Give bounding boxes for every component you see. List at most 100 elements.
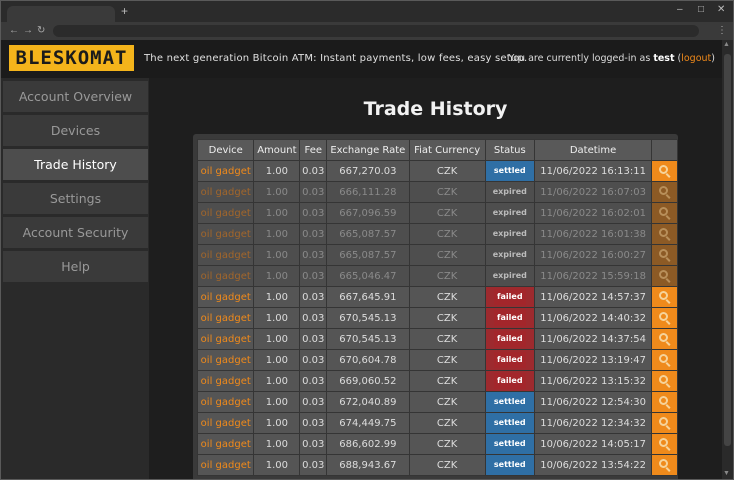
search-icon bbox=[658, 312, 671, 325]
view-details-button[interactable] bbox=[651, 412, 678, 434]
browser-window: + – □ ✕ ← → ↻ ⋮ BLESKOMAT The next gener… bbox=[0, 0, 734, 480]
sidebar-item-settings[interactable]: Settings bbox=[3, 183, 148, 214]
device-cell[interactable]: oil gadget bbox=[196, 265, 255, 287]
device-cell[interactable]: oil gadget bbox=[196, 223, 255, 245]
view-details-button[interactable] bbox=[651, 391, 678, 413]
datetime-cell: 11/06/2022 16:01:38 bbox=[533, 223, 653, 245]
status-badge: settled bbox=[490, 163, 529, 179]
scroll-down-icon[interactable]: ▼ bbox=[723, 470, 730, 477]
device-cell[interactable]: oil gadget bbox=[196, 391, 255, 413]
minimize-icon[interactable]: – bbox=[677, 4, 683, 16]
fee-cell: 0.03 bbox=[299, 202, 328, 224]
sidebar-item-account-overview[interactable]: Account Overview bbox=[3, 81, 148, 112]
table-row: oil gadget 1.00 0.03 670,545.13 CZK failed 11/… bbox=[196, 328, 678, 350]
maximize-icon[interactable]: □ bbox=[698, 4, 704, 16]
view-details-button[interactable] bbox=[651, 370, 678, 392]
amount-cell: 1.00 bbox=[253, 370, 301, 392]
sidebar-item-help[interactable]: Help bbox=[3, 251, 148, 282]
exchange-rate-cell: 674,449.75 bbox=[326, 412, 410, 434]
table-row: oil gadget 1.00 0.03 670,604.78 CZK failed 11/… bbox=[196, 349, 678, 371]
amount-cell: 1.00 bbox=[253, 202, 301, 224]
bleskomat-logo[interactable]: BLESKOMAT bbox=[9, 45, 134, 71]
back-icon[interactable]: ← bbox=[9, 24, 19, 38]
trade-rows: oil gadget 1.00 0.03 667,270.03 CZK settled 11… bbox=[196, 160, 678, 476]
exchange-rate-cell: 670,545.13 bbox=[326, 307, 410, 329]
device-cell[interactable]: oil gadget bbox=[196, 160, 255, 182]
datetime-cell: 11/06/2022 16:07:03 bbox=[533, 181, 653, 203]
sidebar-item-devices[interactable]: Devices bbox=[3, 115, 148, 146]
device-cell[interactable]: oil gadget bbox=[196, 412, 255, 434]
view-details-button[interactable] bbox=[651, 223, 678, 245]
fiat-currency-cell: CZK bbox=[408, 202, 486, 224]
datetime-cell: 11/06/2022 15:59:18 bbox=[533, 265, 653, 287]
new-tab-icon[interactable]: + bbox=[121, 4, 128, 18]
sidebar: Account Overview Devices Trade History S… bbox=[1, 78, 149, 479]
url-input[interactable] bbox=[53, 25, 699, 37]
amount-cell: 1.00 bbox=[253, 160, 301, 182]
column-header-exchange-rate: Exchange Rate bbox=[326, 139, 410, 161]
search-icon bbox=[658, 459, 671, 472]
amount-cell: 1.00 bbox=[253, 391, 301, 413]
datetime-cell: 11/06/2022 13:19:47 bbox=[533, 349, 653, 371]
datetime-cell: 10/06/2022 13:54:22 bbox=[533, 454, 653, 476]
browser-tab[interactable] bbox=[7, 6, 115, 22]
status-cell: expired bbox=[484, 202, 535, 224]
exchange-rate-cell: 669,060.52 bbox=[326, 370, 410, 392]
view-details-button[interactable] bbox=[651, 328, 678, 350]
fiat-currency-cell: CZK bbox=[408, 328, 486, 350]
device-cell[interactable]: oil gadget bbox=[196, 202, 255, 224]
address-bar: ← → ↻ ⋮ bbox=[1, 22, 733, 40]
search-icon bbox=[658, 333, 671, 346]
fee-cell: 0.03 bbox=[299, 244, 328, 266]
reload-icon[interactable]: ↻ bbox=[37, 24, 45, 38]
search-icon bbox=[658, 186, 671, 199]
device-cell[interactable]: oil gadget bbox=[196, 286, 255, 308]
page-title: Trade History bbox=[363, 98, 508, 120]
status-cell: expired bbox=[484, 181, 535, 203]
view-details-button[interactable] bbox=[651, 307, 678, 329]
fiat-currency-cell: CZK bbox=[408, 307, 486, 329]
forward-icon[interactable]: → bbox=[23, 24, 33, 38]
close-icon[interactable]: ✕ bbox=[717, 4, 725, 16]
trade-table-container: Device Amount Fee Exchange Rate Fiat Cur… bbox=[193, 134, 678, 479]
view-details-button[interactable] bbox=[651, 202, 678, 224]
fiat-currency-cell: CZK bbox=[408, 160, 486, 182]
status-cell: failed bbox=[484, 328, 535, 350]
device-cell[interactable]: oil gadget bbox=[196, 370, 255, 392]
device-cell[interactable]: oil gadget bbox=[196, 433, 255, 455]
device-cell[interactable]: oil gadget bbox=[196, 328, 255, 350]
amount-cell: 1.00 bbox=[253, 181, 301, 203]
device-cell[interactable]: oil gadget bbox=[196, 244, 255, 266]
view-details-button[interactable] bbox=[651, 244, 678, 266]
browser-menu-icon[interactable]: ⋮ bbox=[717, 24, 727, 38]
table-row: oil gadget 1.00 0.03 665,087.57 CZK expired 11… bbox=[196, 223, 678, 245]
amount-cell: 1.00 bbox=[253, 349, 301, 371]
view-details-button[interactable] bbox=[651, 433, 678, 455]
view-details-button[interactable] bbox=[651, 286, 678, 308]
status-cell: settled bbox=[484, 454, 535, 476]
fee-cell: 0.03 bbox=[299, 370, 328, 392]
status-badge: expired bbox=[492, 229, 527, 238]
view-details-button[interactable] bbox=[651, 265, 678, 287]
datetime-cell: 11/06/2022 12:34:32 bbox=[533, 412, 653, 434]
device-cell[interactable]: oil gadget bbox=[196, 307, 255, 329]
login-status: You are currently logged-in as test (log… bbox=[508, 53, 715, 64]
column-header-device: Device bbox=[196, 139, 255, 161]
device-cell[interactable]: oil gadget bbox=[196, 181, 255, 203]
scroll-up-icon[interactable]: ▲ bbox=[723, 41, 730, 48]
sidebar-item-trade-history[interactable]: Trade History bbox=[3, 149, 148, 180]
column-header-status: Status bbox=[484, 139, 535, 161]
view-details-button[interactable] bbox=[651, 349, 678, 371]
device-cell[interactable]: oil gadget bbox=[196, 349, 255, 371]
status-cell: expired bbox=[484, 223, 535, 245]
logout-link[interactable]: logout bbox=[681, 53, 711, 64]
sidebar-item-account-security[interactable]: Account Security bbox=[3, 217, 148, 248]
status-cell: settled bbox=[484, 433, 535, 455]
page-scrollbar[interactable]: ▲ ▼ bbox=[722, 40, 733, 479]
exchange-rate-cell: 665,087.57 bbox=[326, 223, 410, 245]
view-details-button[interactable] bbox=[651, 160, 678, 182]
view-details-button[interactable] bbox=[651, 181, 678, 203]
scrollbar-thumb[interactable] bbox=[724, 54, 731, 446]
device-cell[interactable]: oil gadget bbox=[196, 454, 255, 476]
view-details-button[interactable] bbox=[651, 454, 678, 476]
